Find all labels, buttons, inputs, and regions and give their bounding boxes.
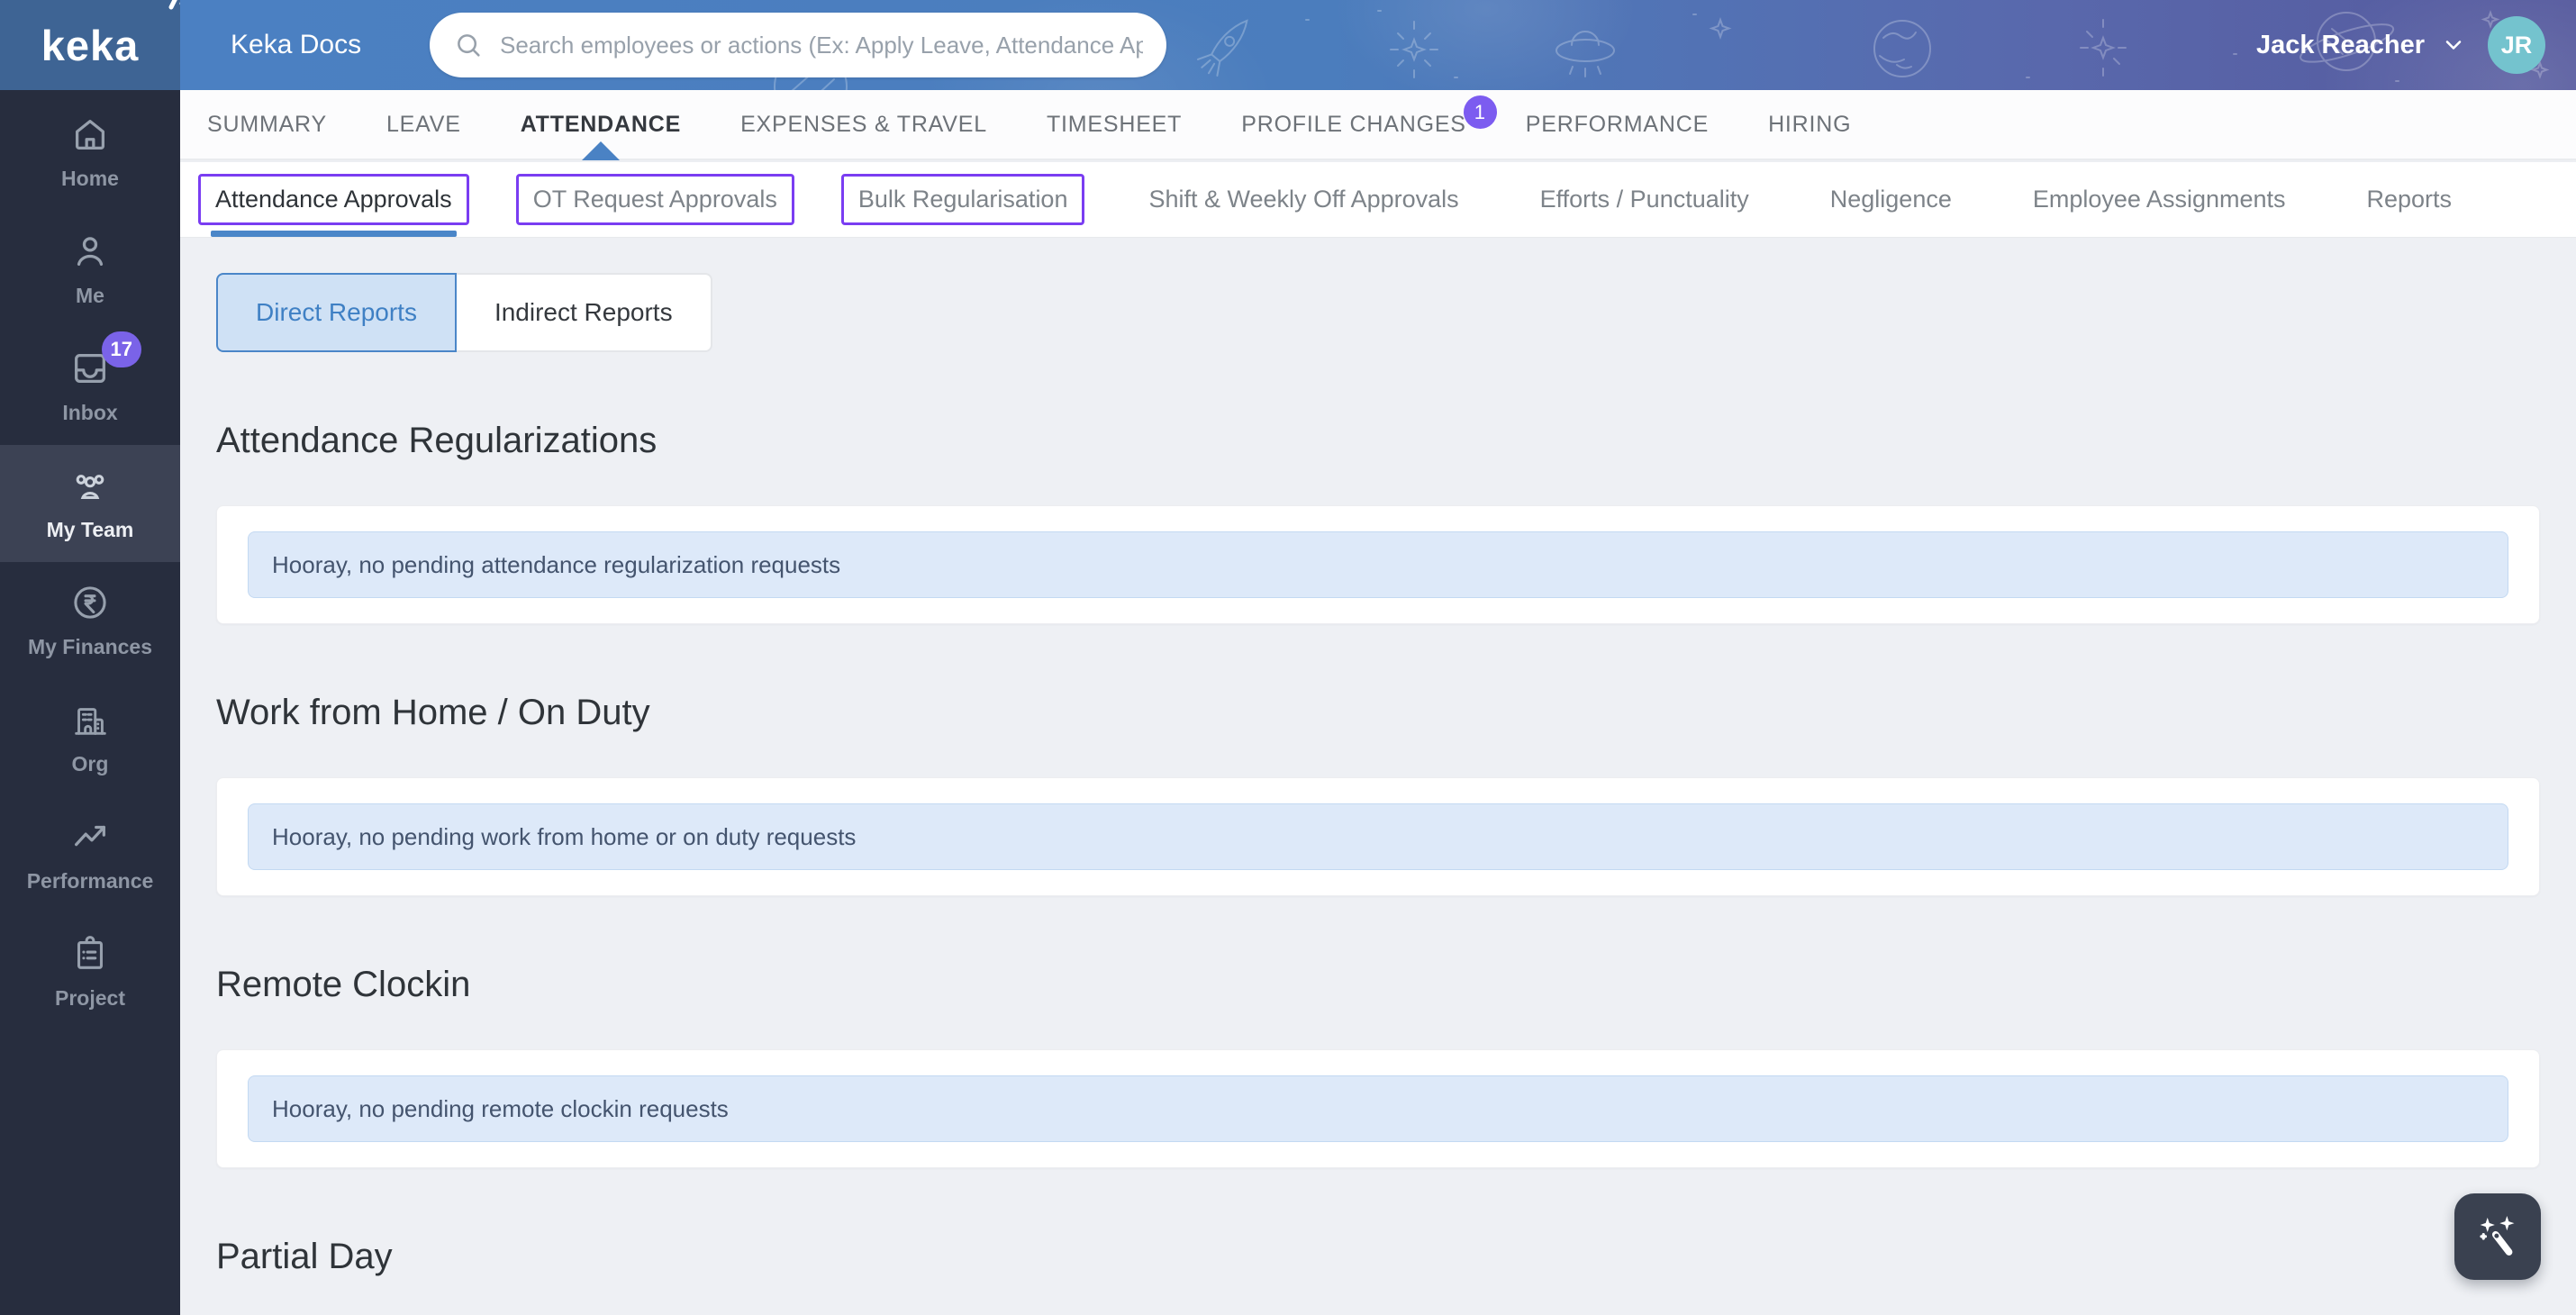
subnav-label: Negligence [1829,186,1952,213]
global-search-bar[interactable] [430,13,1166,77]
sidebar-item-org[interactable]: Org [0,679,180,796]
main-content: Direct Reports Indirect Reports Attendan… [180,238,2576,1315]
user-name-label: Jack Reacher [2255,30,2425,59]
section-card: Hooray, no pending attendance regulariza… [216,505,2540,624]
keka-app: keka Keka Docs Search employees or actio… [0,0,2576,1315]
tab-label: PROFILE CHANGES [1241,111,1466,137]
team-icon [69,465,111,506]
user-icon [69,231,111,272]
tab-attendance[interactable]: ATTENDANCE [521,90,681,159]
empty-state-banner: Hooray, no pending remote clockin reques… [248,1075,2508,1142]
building-icon [69,699,111,740]
sidebar-item-inbox[interactable]: 17 Inbox [0,328,180,445]
sidebar-item-label: Me [76,284,104,307]
notification-badge: 1 [1463,95,1497,129]
section-work-from-home-on-duty: Work from Home / On Duty Hooray, no pend… [216,691,2540,896]
tab-label: TIMESHEET [1046,111,1183,137]
sidebar-item-label: Inbox [62,401,118,424]
tab-hiring[interactable]: HIRING [1768,90,1851,159]
section-title: Work from Home / On Duty [216,693,650,732]
direct-reports-button[interactable]: Direct Reports [216,273,457,352]
inbox-count-badge: 17 [101,331,141,367]
toggle-label: Direct Reports [256,298,417,326]
subnav-label: Bulk Regularisation [840,174,1085,225]
sidebar-item-label: My Finances [27,635,153,658]
trend-icon [69,816,111,857]
subnav-tab-ot-request-approvals[interactable]: OT Request Approvals [515,162,794,237]
inbox-icon: 17 [69,331,141,389]
home-icon [69,113,111,155]
section-title: Attendance Regularizations [216,421,658,460]
section-attendance-regularizations: Attendance Regularizations Hooray, no pe… [216,419,2540,624]
sidebar: Home Me 17 Inbox My Team My Finances Org… [0,90,180,1315]
reports-scope-toggle: Direct Reports Indirect Reports [216,273,2540,352]
app-title: Keka Docs [231,30,362,59]
section-card: Hooray, no pending remote clockin reques… [216,1049,2540,1168]
tab-label: LEAVE [385,111,461,137]
sidebar-item-performance[interactable]: Performance [0,796,180,913]
sidebar-item-label: Org [71,752,109,775]
subnav-label: Shift & Weekly Off Approvals [1148,186,1459,213]
sidebar-item-label: My Team [46,518,134,541]
search-icon [458,34,480,57]
tab-leave[interactable]: LEAVE [386,90,461,159]
empty-state-banner: Hooray, no pending work from home or on … [248,803,2508,870]
tab-expenses-travel[interactable]: EXPENSES & TRAVEL [740,90,987,159]
user-menu: Jack Reacher JR [2256,0,2545,90]
subnav-tab-employee-assignments[interactable]: Employee Assignments [2016,162,2303,237]
sidebar-item-label: Performance [26,869,154,893]
subnav-label: Employee Assignments [2032,186,2286,213]
sidebar-item-label: Home [61,167,119,190]
subnav-label: Attendance Approvals [198,174,469,225]
indirect-reports-button[interactable]: Indirect Reports [454,273,712,352]
section-card: Hooray, no pending work from home or on … [216,777,2540,896]
tab-label: PERFORMANCE [1525,111,1710,137]
keka-logo[interactable]: keka [0,0,196,90]
sidebar-item-home[interactable]: Home [0,94,180,211]
section-remote-clockin: Remote Clockin Hooray, no pending remote… [216,963,2540,1168]
section-partial-day: Partial Day [216,1235,2540,1315]
search-input[interactable] [500,31,1143,59]
tab-label: EXPENSES & TRAVEL [740,111,987,137]
avatar-initials: JR [2500,31,2533,59]
subnav-label: Reports [2366,186,2453,213]
attendance-subnav: Attendance Approvals OT Request Approval… [180,162,2576,238]
subnav-tab-attendance-approvals[interactable]: Attendance Approvals [198,162,469,237]
empty-state-banner: Hooray, no pending attendance regulariza… [248,531,2508,598]
chevron-down-icon [2445,41,2462,50]
sidebar-item-project[interactable]: Project [0,913,180,1030]
subnav-tab-negligence[interactable]: Negligence [1813,162,1969,237]
assistant-fab-button[interactable] [2454,1193,2541,1280]
module-tab-bar: SUMMARY LEAVE ATTENDANCE EXPENSES & TRAV… [180,90,2576,160]
subnav-tab-bulk-regularisation[interactable]: Bulk Regularisation [840,162,1085,237]
clipboard-icon [69,933,111,975]
sidebar-item-my-finances[interactable]: My Finances [0,562,180,679]
rupee-icon [69,582,111,623]
toggle-label: Indirect Reports [494,298,673,326]
magic-wand-icon [2480,1216,2515,1256]
subnav-tab-efforts-punctuality[interactable]: Efforts / Punctuality [1523,162,1766,237]
user-name-dropdown[interactable]: Jack Reacher [2256,31,2466,60]
subnav-label: OT Request Approvals [515,174,794,225]
avatar[interactable]: JR [2488,16,2545,74]
tab-label: ATTENDANCE [520,111,682,137]
keka-logo-text: keka [41,21,140,69]
tab-timesheet[interactable]: TIMESHEET [1047,90,1182,159]
tab-label: SUMMARY [207,111,327,137]
section-title: Partial Day [216,1237,393,1276]
section-title: Remote Clockin [216,965,471,1004]
tab-profile-changes[interactable]: PROFILE CHANGES 1 [1241,90,1497,159]
subnav-label: Efforts / Punctuality [1539,186,1749,213]
subnav-tab-shift-weekly-off-approvals[interactable]: Shift & Weekly Off Approvals [1131,162,1475,237]
top-header: Keka Docs Jack Reacher JR [180,0,2576,90]
sidebar-item-my-team[interactable]: My Team [0,445,180,562]
subnav-tab-reports[interactable]: Reports [2350,162,2470,237]
sidebar-item-me[interactable]: Me [0,211,180,328]
tab-summary[interactable]: SUMMARY [207,90,327,159]
sidebar-item-label: Project [55,986,125,1010]
tab-performance[interactable]: PERFORMANCE [1526,90,1709,159]
tab-label: HIRING [1768,111,1852,137]
